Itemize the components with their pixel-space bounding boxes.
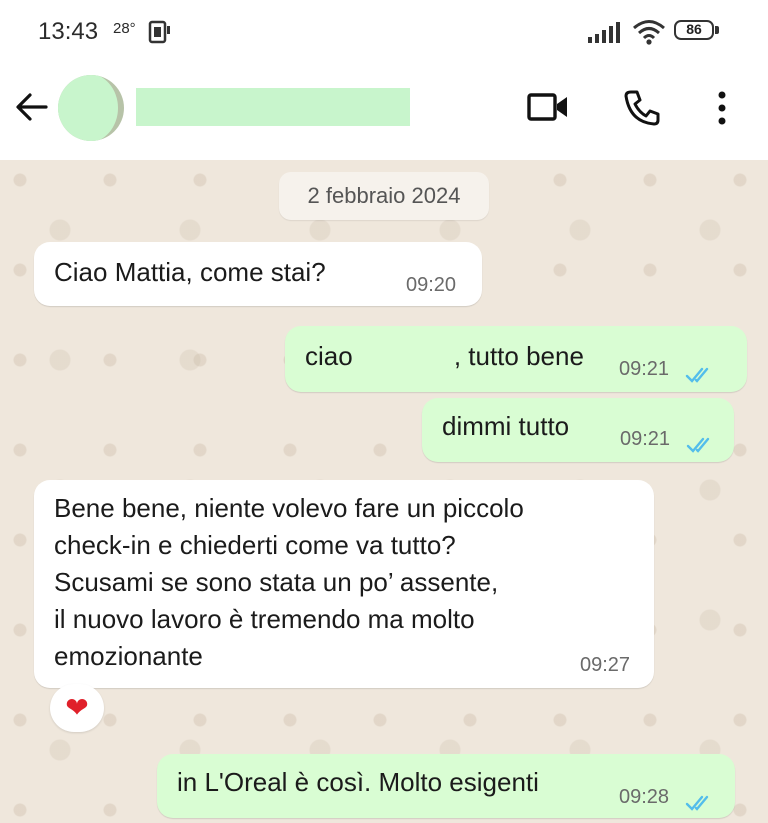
message-incoming[interactable]: Ciao Mattia, come stai? 09:20 — [34, 242, 482, 306]
message-outgoing[interactable]: ciao , tutto bene 09:21 — [285, 326, 747, 392]
message-text: in L'Oreal è così. Molto esigenti — [177, 767, 539, 797]
message-time: 09:28 — [619, 786, 670, 808]
message-incoming[interactable]: Bene bene, niente volevo fare un piccolo… — [34, 480, 654, 688]
heart-reaction-icon[interactable]: ❤ — [50, 684, 104, 732]
message-text: dimmi tutto — [442, 411, 570, 441]
more-vert-icon[interactable] — [714, 90, 730, 133]
message-outgoing[interactable]: in L'Oreal è così. Molto esigenti 09:28 — [157, 754, 735, 818]
read-receipt-icon — [685, 360, 715, 391]
avatar[interactable] — [58, 75, 124, 141]
contact-name-redaction[interactable] — [136, 88, 410, 126]
status-time: 13:43 — [38, 18, 99, 45]
chat-header — [0, 66, 768, 160]
status-temperature: 28° — [113, 20, 136, 37]
message-time: 09:21 — [619, 358, 670, 380]
read-receipt-icon — [686, 430, 716, 461]
message-time: 09:27 — [580, 654, 631, 676]
message-outgoing[interactable]: dimmi tutto 09:21 — [422, 398, 734, 462]
video-call-icon[interactable] — [526, 90, 570, 129]
battery-indicator: 86 — [674, 20, 720, 42]
battery-level: 86 — [686, 21, 702, 37]
arrow-back-icon[interactable] — [14, 90, 50, 129]
phone-call-icon[interactable] — [622, 88, 662, 133]
date-separator: 2 febbraio 2024 — [279, 172, 489, 220]
message-time: 09:20 — [406, 274, 457, 296]
signal-strength-icon — [588, 22, 624, 49]
chat-area[interactable]: 2 febbraio 2024 Ciao Mattia, come stai? … — [0, 160, 768, 823]
read-receipt-icon — [685, 788, 715, 819]
wifi-icon — [632, 18, 666, 51]
sim-card-icon — [148, 20, 172, 51]
message-text: Bene bene, niente volevo fare un piccolo… — [54, 493, 524, 671]
message-text: ciao , tutto bene — [305, 341, 584, 371]
avatar-redaction — [58, 75, 118, 141]
status-bar: 13:43 28° 86 — [0, 0, 768, 66]
message-text: Ciao Mattia, come stai? — [54, 257, 326, 287]
message-time: 09:21 — [620, 428, 671, 450]
